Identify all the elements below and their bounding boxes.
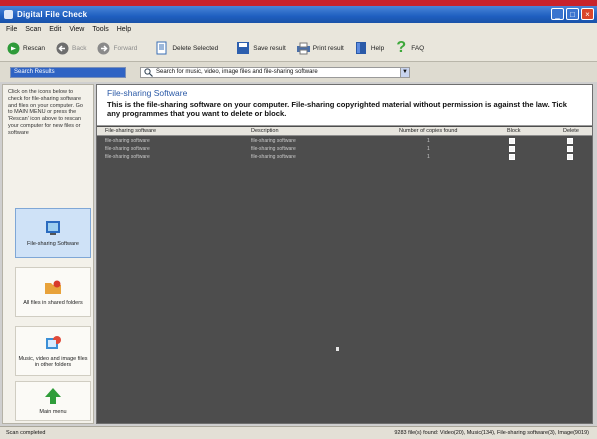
help-book-icon <box>354 41 368 55</box>
shared-folders-icon <box>44 278 62 296</box>
sidebar-item-media-files[interactable]: Music, video and image files in other fo… <box>15 326 91 376</box>
software-name: file-sharing software <box>105 138 150 144</box>
toolbar: Rescan Back Forward Delete Selected Save… <box>0 35 597 62</box>
table-row[interactable]: file-sharing software file-sharing softw… <box>97 145 592 153</box>
delete-checkbox[interactable] <box>567 146 573 152</box>
results-table: file-sharing software file-sharing softw… <box>97 137 592 161</box>
minimize-button[interactable]: _ <box>551 8 564 20</box>
column-header-description[interactable]: Description <box>251 128 279 134</box>
table-row[interactable]: file-sharing software file-sharing softw… <box>97 137 592 145</box>
help-label: Help <box>370 44 385 52</box>
print-result-label: Print result <box>312 44 344 52</box>
search-icon <box>144 67 153 77</box>
panel-header: File-sharing Software This is the file-s… <box>97 85 592 126</box>
software-name: file-sharing software <box>105 154 150 160</box>
sidebar: Click on the icons below to check for fi… <box>2 84 94 424</box>
save-result-button[interactable]: Save result <box>236 41 286 55</box>
print-result-button[interactable]: Print result <box>296 41 344 55</box>
delete-checkbox[interactable] <box>567 154 573 160</box>
delete-selected-button[interactable]: Delete Selected <box>155 41 218 55</box>
delete-checkbox[interactable] <box>567 138 573 144</box>
faq-button[interactable]: ? FAQ <box>394 39 425 56</box>
save-result-label: Save result <box>253 44 286 52</box>
back-arrow-icon <box>55 41 69 55</box>
panel-title: File-sharing Software <box>107 88 188 98</box>
search-type-value: Search for music, video, image files and… <box>156 69 318 75</box>
column-header-copies[interactable]: Number of copies found <box>399 128 457 134</box>
menu-file[interactable]: File <box>6 26 17 33</box>
rescan-label: Rescan <box>23 44 46 52</box>
delete-selected-label: Delete Selected <box>172 44 219 52</box>
rescan-button[interactable]: Rescan <box>6 41 45 55</box>
help-button[interactable]: Help <box>354 41 384 55</box>
status-text: Scan completed <box>6 430 46 436</box>
status-summary: 9283 file(s) found: Video(20), Music(134… <box>394 430 589 436</box>
copies-count: 1 <box>427 154 430 160</box>
software-description: file-sharing software <box>251 146 296 152</box>
column-header-block[interactable]: Block <box>507 128 520 134</box>
sidebar-item-file-sharing-software[interactable]: File-sharing Software <box>15 208 91 258</box>
sidebar-item-label: All files in shared folders <box>23 300 83 306</box>
media-files-icon <box>44 334 62 352</box>
back-button[interactable]: Back <box>55 41 87 55</box>
copies-count: 1 <box>427 138 430 144</box>
forward-label: Forward <box>113 44 138 52</box>
window-title: Digital File Check <box>17 10 88 19</box>
delete-document-icon <box>155 41 169 55</box>
software-description: file-sharing software <box>251 138 296 144</box>
software-name: file-sharing software <box>105 146 150 152</box>
table-header: File-sharing software Description Number… <box>97 127 592 136</box>
search-type-select[interactable]: Search for music, video, image files and… <box>140 66 410 78</box>
menu-help[interactable]: Help <box>117 26 131 33</box>
file-sharing-software-icon <box>44 219 62 237</box>
sidebar-help-text: Click on the icons below to check for fi… <box>8 89 83 136</box>
menu-scan[interactable]: Scan <box>25 26 41 33</box>
sidebar-item-main-menu[interactable]: Main menu <box>15 381 91 421</box>
software-description: file-sharing software <box>251 154 296 160</box>
rescan-icon <box>6 41 20 55</box>
back-label: Back <box>72 44 87 52</box>
results-panel: File-sharing Software This is the file-s… <box>96 84 593 424</box>
save-disk-icon <box>236 41 250 55</box>
mouse-cursor <box>336 347 339 351</box>
window-controls: _ □ × <box>551 8 594 20</box>
maximize-button[interactable]: □ <box>566 8 579 20</box>
column-header-software[interactable]: File-sharing software <box>105 128 156 134</box>
app-icon <box>4 10 13 19</box>
menu-edit[interactable]: Edit <box>49 26 61 33</box>
menu-view[interactable]: View <box>69 26 84 33</box>
block-checkbox[interactable] <box>509 154 515 160</box>
menu-tools[interactable]: Tools <box>92 26 108 33</box>
main-menu-icon <box>44 387 62 405</box>
search-results-field[interactable]: Search Results <box>10 66 126 78</box>
search-row: Search Results Search for music, video, … <box>0 62 597 82</box>
forward-button[interactable]: Forward <box>97 41 138 55</box>
sidebar-item-label: File-sharing Software <box>27 241 79 247</box>
close-button[interactable]: × <box>581 8 594 20</box>
block-checkbox[interactable] <box>509 146 515 152</box>
menu-bar: File Scan Edit View Tools Help <box>0 23 597 35</box>
table-row[interactable]: file-sharing software file-sharing softw… <box>97 153 592 161</box>
forward-arrow-icon <box>97 41 111 55</box>
sidebar-item-label: Main menu <box>39 409 67 415</box>
block-checkbox[interactable] <box>509 138 515 144</box>
title-bar: Digital File Check _ □ × <box>0 6 597 23</box>
copies-count: 1 <box>427 146 430 152</box>
status-bar: Scan completed 9283 file(s) found: Video… <box>0 426 597 439</box>
chevron-down-icon[interactable]: ▼ <box>400 67 409 77</box>
faq-label: FAQ <box>411 44 425 52</box>
printer-icon <box>296 41 310 55</box>
sidebar-item-label: Music, video and image files in other fo… <box>18 356 88 368</box>
column-header-delete[interactable]: Delete <box>563 128 579 134</box>
panel-description: This is the file-sharing software on you… <box>107 100 567 118</box>
sidebar-item-shared-folders[interactable]: All files in shared folders <box>15 267 91 317</box>
question-mark-icon: ? <box>396 39 407 56</box>
